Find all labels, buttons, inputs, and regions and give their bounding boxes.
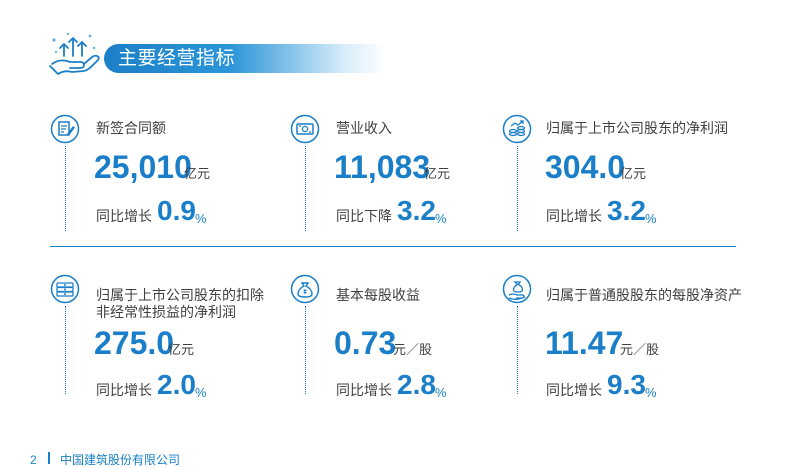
percent-sign: % [435, 211, 447, 226]
metric-label: 新签合同额 [96, 120, 166, 136]
metric-unit: 亿元 [620, 166, 647, 181]
metric-value: 11,083 [334, 149, 431, 185]
metric-label: 营业收入 [336, 120, 392, 136]
metric-unit: 亿元 [424, 166, 451, 181]
percent-sign: % [195, 385, 207, 400]
metric-label: 归属于上市公司股东的净利润 [546, 120, 728, 136]
metric-value: 25,010 [94, 149, 192, 185]
company-name: 中国建筑股份有限公司 [60, 453, 181, 467]
metric-change-value: 9.3 [607, 369, 646, 400]
metric-divider [65, 306, 66, 394]
metric-label: 归属于普通股股东的每股净资产 [546, 287, 742, 303]
metric-divider [517, 306, 518, 394]
metric-change-label: 同比增长 [96, 208, 152, 224]
metric-change-value: 2.0 [157, 369, 196, 400]
page-number: 2 [30, 453, 37, 467]
metric-value: 11.47 [545, 325, 624, 361]
metric-label: 基本每股收益 [336, 287, 420, 303]
metric-unit: 亿元 [184, 166, 211, 181]
metric-change-value: 0.9 [157, 195, 196, 226]
metric-change-value: 3.2 [397, 195, 436, 226]
footer-divider [48, 452, 50, 464]
coins-growth-icon [502, 114, 532, 144]
metric-unit: 元／股 [393, 342, 433, 357]
metric-value: 275.0 [94, 325, 175, 361]
metric-change-label: 同比下降 [336, 208, 392, 224]
money-stack-icon [50, 274, 80, 304]
metric-divider [305, 146, 306, 231]
percent-sign: % [195, 211, 207, 226]
money-bag-icon [290, 274, 320, 304]
metric-divider [65, 146, 66, 231]
section-divider [50, 246, 736, 247]
metric-value: 0.73 [334, 325, 397, 361]
cash-bill-icon [290, 114, 320, 144]
percent-sign: % [645, 385, 657, 400]
metric-change-value: 2.8 [397, 369, 436, 400]
page-title: 主要经营指标 [118, 48, 236, 69]
metric-change-label: 同比增长 [336, 382, 392, 398]
metric-change-label: 同比增长 [546, 382, 602, 398]
hand-growth-arrows-icon [49, 32, 100, 75]
money-bag-hand-icon [502, 274, 532, 304]
metric-change-value: 3.2 [607, 195, 646, 226]
metric-label-line2: 非经常性损益的净利润 [96, 304, 236, 320]
metric-unit: 元／股 [620, 342, 660, 357]
metric-label-line1: 归属于上市公司股东的扣除 [96, 287, 264, 303]
percent-sign: % [435, 385, 447, 400]
metric-unit: 亿元 [168, 342, 195, 357]
metric-change-label: 同比增长 [546, 208, 602, 224]
metric-divider [305, 306, 306, 394]
metric-divider [517, 146, 518, 231]
contract-signing-icon [50, 114, 80, 144]
metric-value: 304.0 [545, 149, 626, 185]
metric-change-label: 同比增长 [96, 382, 152, 398]
percent-sign: % [645, 211, 657, 226]
